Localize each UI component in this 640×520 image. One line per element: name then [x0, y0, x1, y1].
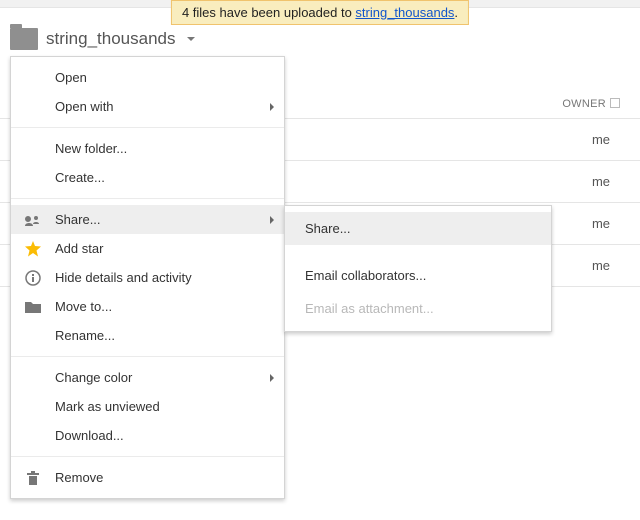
owner-cell: me	[592, 174, 610, 189]
owner-cell: me	[592, 258, 610, 273]
info-icon	[25, 270, 41, 286]
share-icon	[25, 212, 41, 228]
share-submenu: Share... Email collaborators... Email as…	[284, 205, 552, 332]
owner-cell: me	[592, 132, 610, 147]
menu-rename[interactable]: Rename...	[11, 321, 284, 350]
notification-link[interactable]: string_thousands	[355, 5, 454, 20]
upload-notification: 4 files have been uploaded to string_tho…	[171, 0, 469, 25]
breadcrumb[interactable]: string_thousands	[10, 28, 195, 50]
separator	[11, 198, 284, 199]
submenu-email-attachment: Email as attachment...	[285, 292, 551, 325]
caret-down-icon	[187, 37, 195, 41]
menu-open[interactable]: Open	[11, 63, 284, 92]
chevron-right-icon	[270, 374, 274, 382]
menu-open-with[interactable]: Open with	[11, 92, 284, 121]
spacer	[285, 245, 551, 259]
menu-add-star[interactable]: Add star	[11, 234, 284, 263]
folder-icon	[10, 28, 38, 50]
notification-suffix: .	[454, 5, 458, 20]
menu-hide-details[interactable]: Hide details and activity	[11, 263, 284, 292]
submenu-email-collaborators[interactable]: Email collaborators...	[285, 259, 551, 292]
menu-change-color[interactable]: Change color	[11, 363, 284, 392]
notification-text: 4 files have been uploaded to	[182, 5, 355, 20]
breadcrumb-folder-name: string_thousands	[46, 29, 175, 49]
separator	[11, 456, 284, 457]
separator	[11, 127, 284, 128]
submenu-share[interactable]: Share...	[285, 212, 551, 245]
star-icon	[25, 241, 41, 257]
chevron-right-icon	[270, 216, 274, 224]
menu-move-to[interactable]: Move to...	[11, 292, 284, 321]
menu-create[interactable]: Create...	[11, 163, 284, 192]
chevron-right-icon	[270, 103, 274, 111]
folder-icon	[25, 299, 41, 315]
context-menu: Open Open with New folder... Create... S…	[10, 56, 285, 499]
menu-new-folder[interactable]: New folder...	[11, 134, 284, 163]
separator	[11, 356, 284, 357]
owner-cell: me	[592, 216, 610, 231]
sort-indicator-icon[interactable]	[610, 98, 620, 108]
menu-mark-unviewed[interactable]: Mark as unviewed	[11, 392, 284, 421]
menu-download[interactable]: Download...	[11, 421, 284, 450]
menu-remove[interactable]: Remove	[11, 463, 284, 492]
trash-icon	[25, 470, 41, 486]
menu-share[interactable]: Share...	[11, 205, 284, 234]
owner-column-header[interactable]: OWNER	[562, 98, 606, 110]
